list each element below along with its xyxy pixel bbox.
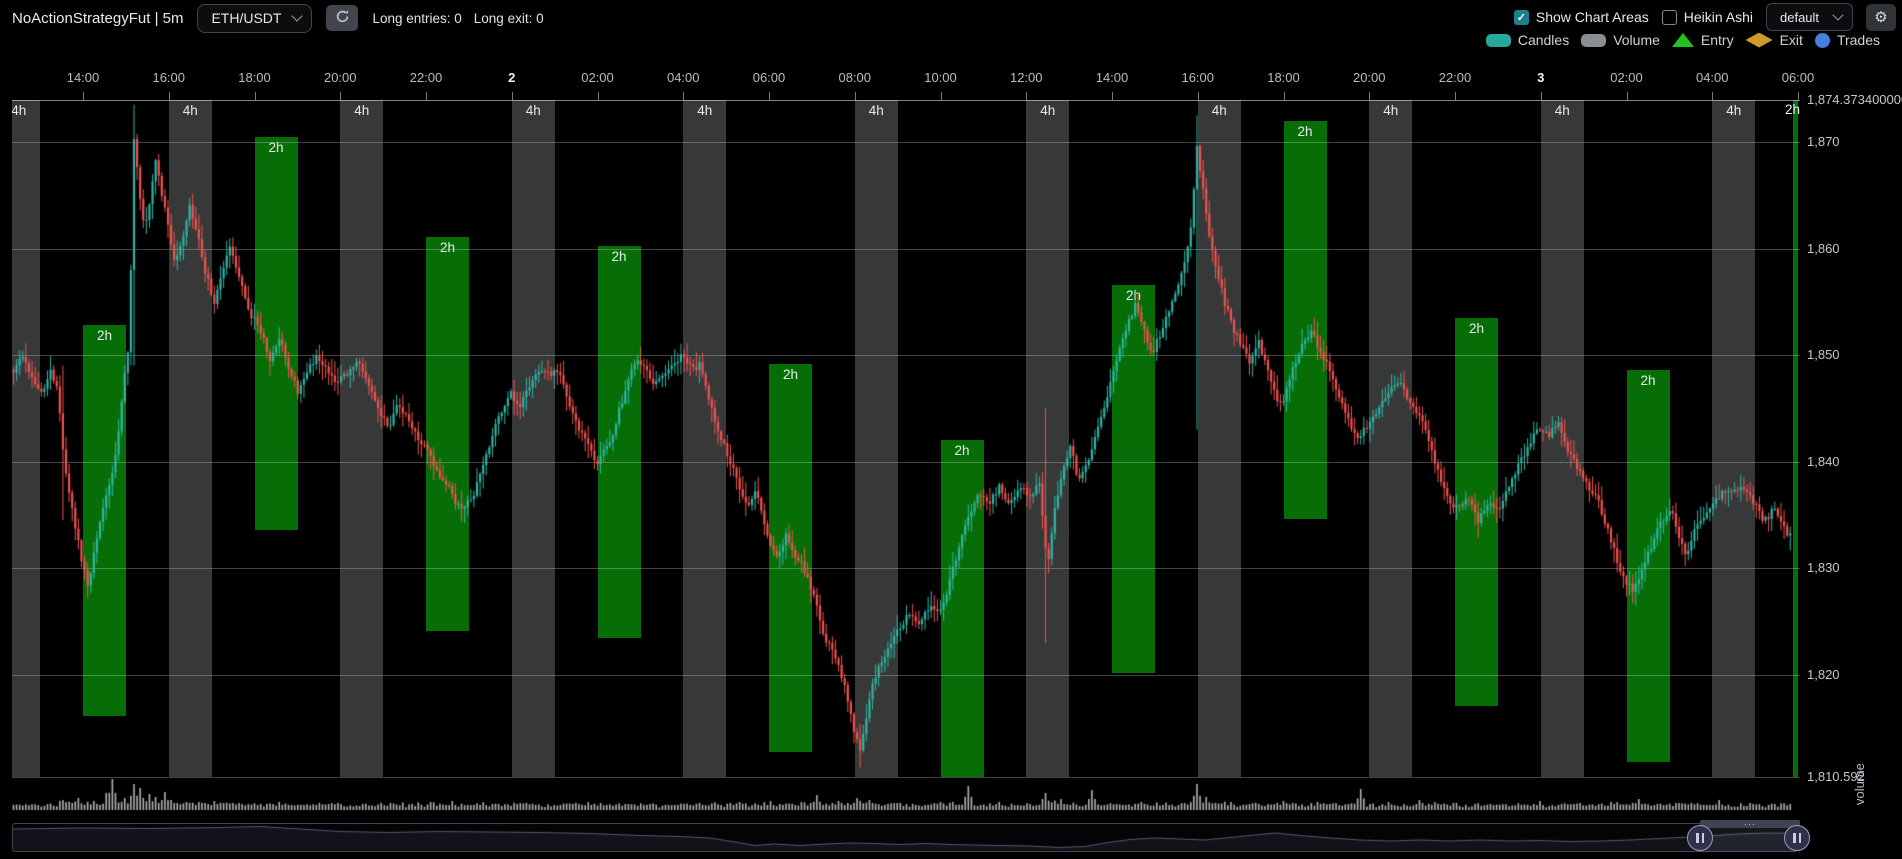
candlestick-chart-canvas[interactable] [0, 0, 1902, 859]
time-axis-label: 04:00 [667, 70, 700, 85]
time-axis-tick [1798, 92, 1799, 100]
time-axis-label: 16:00 [1181, 70, 1214, 85]
price-axis-label: 1,870 [1807, 133, 1840, 151]
time-axis-label: 02:00 [1610, 70, 1643, 85]
navigator-grip-handle[interactable]: ··· [1700, 820, 1800, 828]
time-axis-label: 22:00 [1439, 70, 1472, 85]
time-axis-tick [1627, 92, 1628, 100]
pause-bar-icon [1793, 833, 1796, 843]
time-axis-tick [855, 92, 856, 100]
time-axis-label: 02:00 [581, 70, 614, 85]
time-axis-label: 18:00 [1267, 70, 1300, 85]
time-axis-tick [683, 92, 684, 100]
time-axis-tick [426, 92, 427, 100]
navigator-left-handle[interactable] [1687, 825, 1713, 851]
time-axis-tick [1369, 92, 1370, 100]
time-axis-tick [769, 92, 770, 100]
time-axis-tick [941, 92, 942, 100]
price-axis-label: 1,874.373400000 [1807, 91, 1902, 109]
price-axis-label: 1,820 [1807, 666, 1840, 684]
pause-bar-icon [1702, 833, 1705, 843]
time-axis-label: 06:00 [753, 70, 786, 85]
right-edge-band-label: 2h [1785, 102, 1800, 117]
time-axis-tick [340, 92, 341, 100]
time-axis-label: 20:00 [324, 70, 357, 85]
time-axis-label: 20:00 [1353, 70, 1386, 85]
time-axis-tick [169, 92, 170, 100]
price-axis-label: 1,830 [1807, 559, 1840, 577]
time-axis-label: 16:00 [152, 70, 185, 85]
time-axis-label: 14:00 [1096, 70, 1129, 85]
time-axis-tick [1712, 92, 1713, 100]
volume-axis-label: volume [1852, 733, 1867, 805]
time-axis-label: 2 [508, 70, 515, 85]
time-axis-label: 08:00 [838, 70, 871, 85]
time-axis-label: 18:00 [238, 70, 271, 85]
time-axis-tick [255, 92, 256, 100]
price-axis-label: 1,860 [1807, 240, 1840, 258]
trading-app: NoActionStrategyFut | 5m ETH/USDT Long e… [0, 0, 1902, 859]
time-axis-tick [598, 92, 599, 100]
time-axis-label: 10:00 [924, 70, 957, 85]
time-axis-tick [1112, 92, 1113, 100]
price-axis-label: 1,840 [1807, 453, 1840, 471]
price-axis-label: 1,850 [1807, 346, 1840, 364]
time-axis-label: 3 [1537, 70, 1544, 85]
time-axis-tick [1284, 92, 1285, 100]
time-axis-label: 06:00 [1782, 70, 1815, 85]
pause-bar-icon [1799, 833, 1802, 843]
time-axis-tick [1541, 92, 1542, 100]
time-axis-label: 04:00 [1696, 70, 1729, 85]
time-axis-tick [1198, 92, 1199, 100]
navigator-right-handle[interactable] [1784, 825, 1810, 851]
time-axis-label: 22:00 [410, 70, 443, 85]
navigator-track[interactable] [12, 823, 1797, 852]
time-axis-tick [83, 92, 84, 100]
pause-bar-icon [1696, 833, 1699, 843]
time-axis-label: 12:00 [1010, 70, 1043, 85]
time-axis-tick [1455, 92, 1456, 100]
time-axis-tick [512, 92, 513, 100]
time-axis-tick [1026, 92, 1027, 100]
time-axis-label: 14:00 [67, 70, 100, 85]
